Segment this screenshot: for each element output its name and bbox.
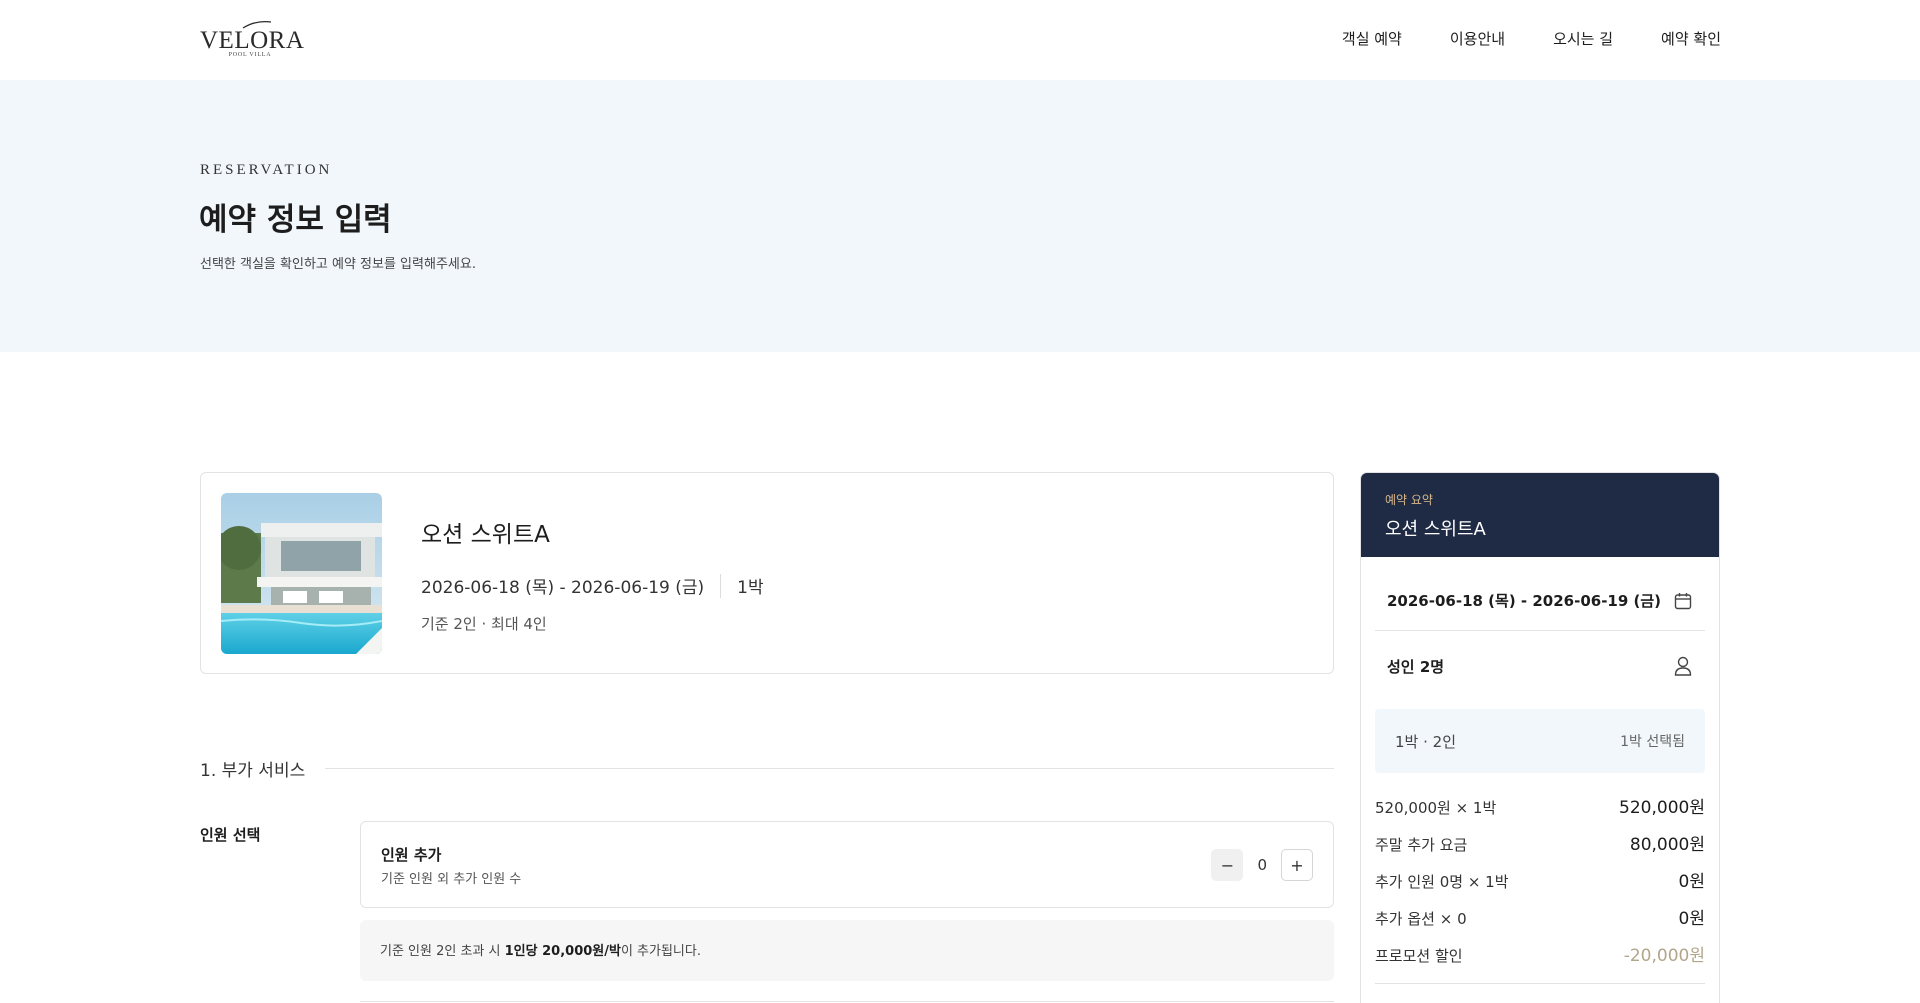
reservation-summary: 예약 요약 오션 스위트A 2026-06-18 (목) - 2026-06-1… bbox=[1360, 472, 1720, 1003]
page-subtitle: 선택한 객실을 확인하고 예약 정보를 입력해주세요. bbox=[200, 257, 476, 272]
hero-banner: RESERVATION 예약 정보 입력 선택한 객실을 확인하고 예약 정보를… bbox=[0, 80, 1920, 352]
nav-reservation-check[interactable]: 예약 확인 bbox=[1661, 28, 1721, 49]
price-label: 추가 인원 0명 × 1박 bbox=[1375, 873, 1509, 891]
price-label: 주말 추가 요금 bbox=[1375, 836, 1468, 854]
divider bbox=[720, 573, 722, 598]
price-row: 프로모션 할인 -20,000원 bbox=[1375, 941, 1705, 966]
section-title: 1. 부가 서비스 bbox=[200, 761, 306, 781]
velora-logo[interactable]: VELORA POOL VILLA bbox=[200, 18, 305, 62]
price-row: 추가 인원 0명 × 1박 0원 bbox=[1375, 867, 1705, 892]
discount-value: -20,000원 bbox=[1623, 946, 1705, 966]
price-value: 520,000원 bbox=[1619, 798, 1705, 818]
logo-subtext: POOL VILLA bbox=[228, 52, 272, 58]
room-dates: 2026-06-18 (목) - 2026-06-19 (금) bbox=[421, 578, 705, 598]
price-row: 추가 옵션 × 0 0원 bbox=[1375, 904, 1705, 929]
page-title: 예약 정보 입력 bbox=[199, 202, 392, 238]
stay-info: 1박 · 2인 bbox=[1395, 732, 1456, 751]
summary-eyebrow: 예약 요약 bbox=[1385, 493, 1433, 507]
divider bbox=[325, 768, 1334, 769]
price-row: 520,000원 × 1박 520,000원 bbox=[1375, 793, 1705, 818]
user-icon bbox=[1674, 656, 1692, 676]
calendar-icon bbox=[1674, 592, 1692, 609]
room-name: 오션 스위트A bbox=[421, 522, 550, 548]
extra-guest-box: 인원 추가 기준 인원 외 추가 인원 수 − 0 + bbox=[360, 821, 1334, 908]
summary-stay-pill: 1박 · 2인 1박 선택됨 bbox=[1375, 709, 1705, 773]
room-photo bbox=[221, 493, 382, 654]
guest-stepper: − 0 + bbox=[1211, 849, 1313, 881]
decrease-button[interactable]: − bbox=[1211, 849, 1244, 881]
main-nav: 객실 예약 이용안내 오시는 길 예약 확인 bbox=[1342, 28, 1721, 49]
nav-room-reservation[interactable]: 객실 예약 bbox=[1342, 28, 1402, 49]
nights-selected: 1박 선택됨 bbox=[1620, 734, 1685, 750]
increase-button[interactable]: + bbox=[1281, 849, 1313, 881]
price-value: 0원 bbox=[1678, 909, 1705, 929]
summary-guests: 성인 2명 bbox=[1387, 657, 1445, 676]
section-header: 1. 부가 서비스 bbox=[200, 756, 1334, 781]
nav-directions[interactable]: 오시는 길 bbox=[1553, 28, 1613, 49]
extra-guest-desc: 기준 인원 외 추가 인원 수 bbox=[381, 872, 522, 887]
nav-usage-guide[interactable]: 이용안내 bbox=[1450, 28, 1505, 49]
price-label: 520,000원 × 1박 bbox=[1375, 799, 1497, 817]
room-capacity: 기준 2인 · 최대 4인 bbox=[421, 615, 547, 633]
summary-header: 예약 요약 오션 스위트A bbox=[1361, 473, 1719, 557]
room-dates-row: 2026-06-18 (목) - 2026-06-19 (금) 1박 bbox=[421, 573, 764, 598]
price-value: 80,000원 bbox=[1629, 835, 1705, 855]
extra-guest-note: 기준 인원 2인 초과 시 1인당 20,000원/박이 추가됩니다. bbox=[360, 920, 1334, 981]
site-header: VELORA POOL VILLA 객실 예약 이용안내 오시는 길 예약 확인 bbox=[0, 0, 1920, 80]
price-label: 프로모션 할인 bbox=[1375, 947, 1463, 965]
summary-dates: 2026-06-18 (목) - 2026-06-19 (금) bbox=[1387, 592, 1662, 610]
price-label: 추가 옵션 × 0 bbox=[1375, 910, 1467, 928]
note-prefix: 기준 인원 2인 초과 시 bbox=[380, 944, 505, 959]
price-value: 0원 bbox=[1678, 872, 1705, 892]
logo-text: VELORA bbox=[200, 27, 305, 54]
note-price: 1인당 20,000원/박 bbox=[504, 944, 621, 959]
summary-guest-selector[interactable]: 성인 2명 bbox=[1375, 631, 1705, 701]
price-row: 주말 추가 요금 80,000원 bbox=[1375, 830, 1705, 855]
villa-pool-image bbox=[221, 493, 382, 654]
person-select-label: 인원 선택 bbox=[200, 826, 261, 844]
divider bbox=[1375, 983, 1705, 984]
hero-eyebrow: RESERVATION bbox=[200, 162, 333, 178]
room-card: 오션 스위트A 2026-06-18 (목) - 2026-06-19 (금) … bbox=[200, 472, 1334, 674]
summary-date-selector[interactable]: 2026-06-18 (목) - 2026-06-19 (금) bbox=[1375, 571, 1705, 631]
note-suffix: 이 추가됩니다. bbox=[620, 944, 701, 959]
divider bbox=[360, 1001, 1334, 1002]
extra-guest-title: 인원 추가 bbox=[381, 846, 442, 864]
summary-room-name: 오션 스위트A bbox=[1385, 519, 1486, 540]
guest-count: 0 bbox=[1257, 856, 1267, 874]
room-nights: 1박 bbox=[737, 578, 764, 598]
